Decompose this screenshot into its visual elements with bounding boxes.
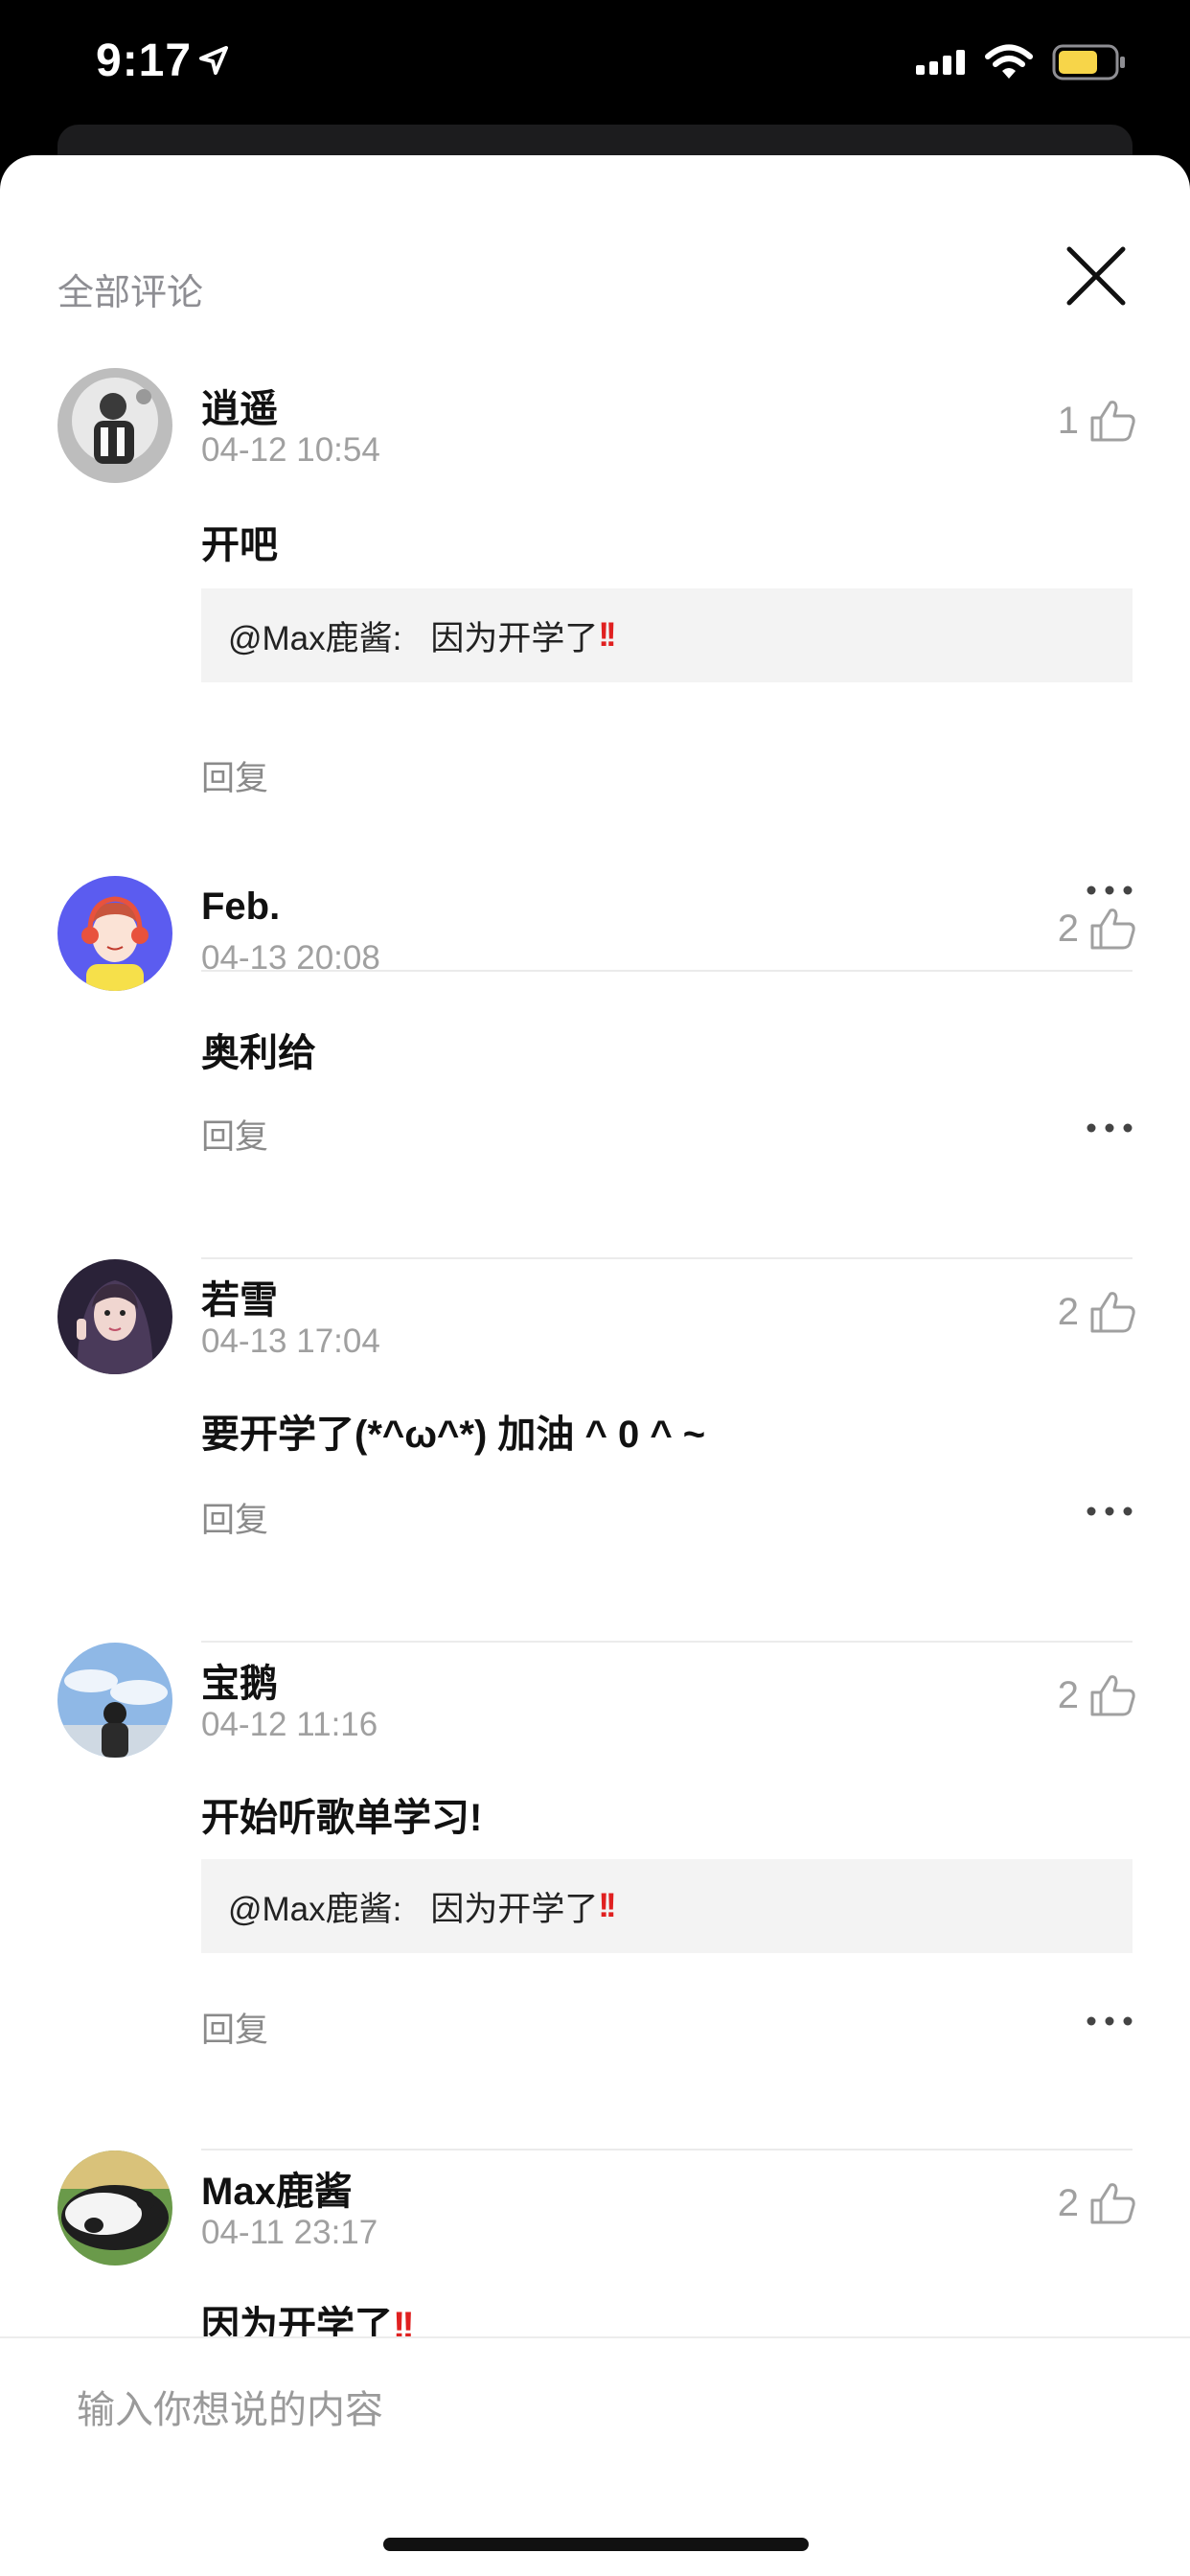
avatar[interactable] bbox=[57, 2150, 172, 2266]
quoted-reply: @Max鹿酱: 因为开学了 !! bbox=[201, 1859, 1133, 1953]
comment-text: 奥利给 bbox=[201, 1032, 316, 1074]
like-button[interactable]: 2 bbox=[1058, 1671, 1136, 1719]
comment-item: 若雪 04-13 17:04 2 要开学了(*^ω^*) 加油 ^ 0 ^ ~ … bbox=[0, 1259, 1190, 1643]
comment-sheet: 全部评论 逍遥 04-12 10:54 1 开吧 @Max鹿酱: 因为开学了 !… bbox=[0, 155, 1190, 2576]
quote-text: 因为开学了 bbox=[430, 1890, 599, 1928]
comment-text: 要开学了(*^ω^*) 加油 ^ 0 ^ ~ bbox=[201, 1414, 706, 1456]
reply-button[interactable]: 回复 bbox=[201, 751, 268, 800]
like-button[interactable]: 2 bbox=[1058, 1288, 1136, 1336]
avatar[interactable] bbox=[57, 368, 172, 483]
like-button[interactable]: 2 bbox=[1058, 905, 1136, 953]
battery-icon bbox=[1052, 44, 1125, 80]
comment-time: 04-12 11:16 bbox=[201, 1706, 378, 1743]
avatar[interactable] bbox=[57, 1259, 172, 1374]
like-count: 2 bbox=[1057, 2181, 1079, 2224]
double-exclamation-emoji: !! bbox=[598, 1887, 616, 1924]
comment-time: 04-11 23:17 bbox=[201, 2214, 378, 2251]
close-icon[interactable] bbox=[1064, 243, 1129, 309]
comment-text: 开始听歌单学习! bbox=[201, 1797, 483, 1839]
like-count: 2 bbox=[1057, 1290, 1079, 1333]
reply-button[interactable]: 回复 bbox=[201, 1110, 268, 1159]
screen: 9:17 全部评论 逍遥 04-12 10:54 1 开吧 @Max鹿酱: 因为… bbox=[0, 0, 1190, 2576]
thumbs-up-icon bbox=[1090, 1675, 1135, 1716]
location-arrow-icon bbox=[199, 46, 228, 75]
thumbs-up-icon bbox=[1090, 1292, 1135, 1333]
quote-user[interactable]: @Max鹿酱: bbox=[228, 611, 401, 660]
like-button[interactable]: 1 bbox=[1058, 397, 1136, 445]
wifi-icon bbox=[985, 44, 1033, 79]
comment-time: 04-13 17:04 bbox=[201, 1322, 380, 1360]
like-button[interactable]: 2 bbox=[1058, 2179, 1136, 2227]
cellular-signal-icon bbox=[916, 50, 965, 75]
username[interactable]: 宝鹅 bbox=[201, 1652, 278, 1708]
more-options-icon[interactable] bbox=[1087, 1123, 1133, 1133]
reply-button[interactable]: 回复 bbox=[201, 2003, 268, 2052]
avatar[interactable] bbox=[57, 876, 172, 991]
status-time: 9:17 bbox=[96, 35, 193, 86]
thumbs-up-icon bbox=[1090, 2183, 1135, 2224]
username[interactable]: Max鹿酱 bbox=[201, 2160, 353, 2216]
comment-time: 04-13 20:08 bbox=[201, 939, 380, 977]
double-exclamation-emoji: !! bbox=[598, 616, 616, 654]
username[interactable]: Feb. bbox=[201, 886, 280, 929]
more-options-icon[interactable] bbox=[1087, 1506, 1133, 1516]
thumbs-up-icon bbox=[1090, 908, 1135, 950]
sheet-title: 全部评论 bbox=[57, 273, 204, 313]
quoted-reply: @Max鹿酱: 因为开学了 !! bbox=[201, 588, 1133, 682]
quote-text: 因为开学了 bbox=[430, 619, 599, 657]
reply-button[interactable]: 回复 bbox=[201, 1493, 268, 1542]
avatar[interactable] bbox=[57, 1643, 172, 1758]
comment-item: Feb. 04-13 20:08 2 奥利给 回复 bbox=[0, 876, 1190, 1259]
like-count: 1 bbox=[1057, 399, 1079, 442]
comment-time: 04-12 10:54 bbox=[201, 431, 380, 469]
thumbs-up-icon bbox=[1090, 401, 1135, 442]
username[interactable]: 逍遥 bbox=[201, 378, 278, 433]
comment-item: 宝鹅 04-12 11:16 2 开始听歌单学习! @Max鹿酱: 因为开学了 … bbox=[0, 1643, 1190, 2150]
comment-input[interactable] bbox=[77, 2377, 1131, 2444]
more-options-icon[interactable] bbox=[1087, 2016, 1133, 2026]
comment-text: 开吧 bbox=[201, 524, 278, 566]
like-count: 2 bbox=[1057, 907, 1079, 950]
like-count: 2 bbox=[1057, 1673, 1079, 1716]
home-indicator[interactable] bbox=[383, 2538, 809, 2551]
quote-user[interactable]: @Max鹿酱: bbox=[228, 1882, 401, 1931]
username[interactable]: 若雪 bbox=[201, 1269, 278, 1324]
status-bar: 9:17 bbox=[0, 0, 1190, 125]
